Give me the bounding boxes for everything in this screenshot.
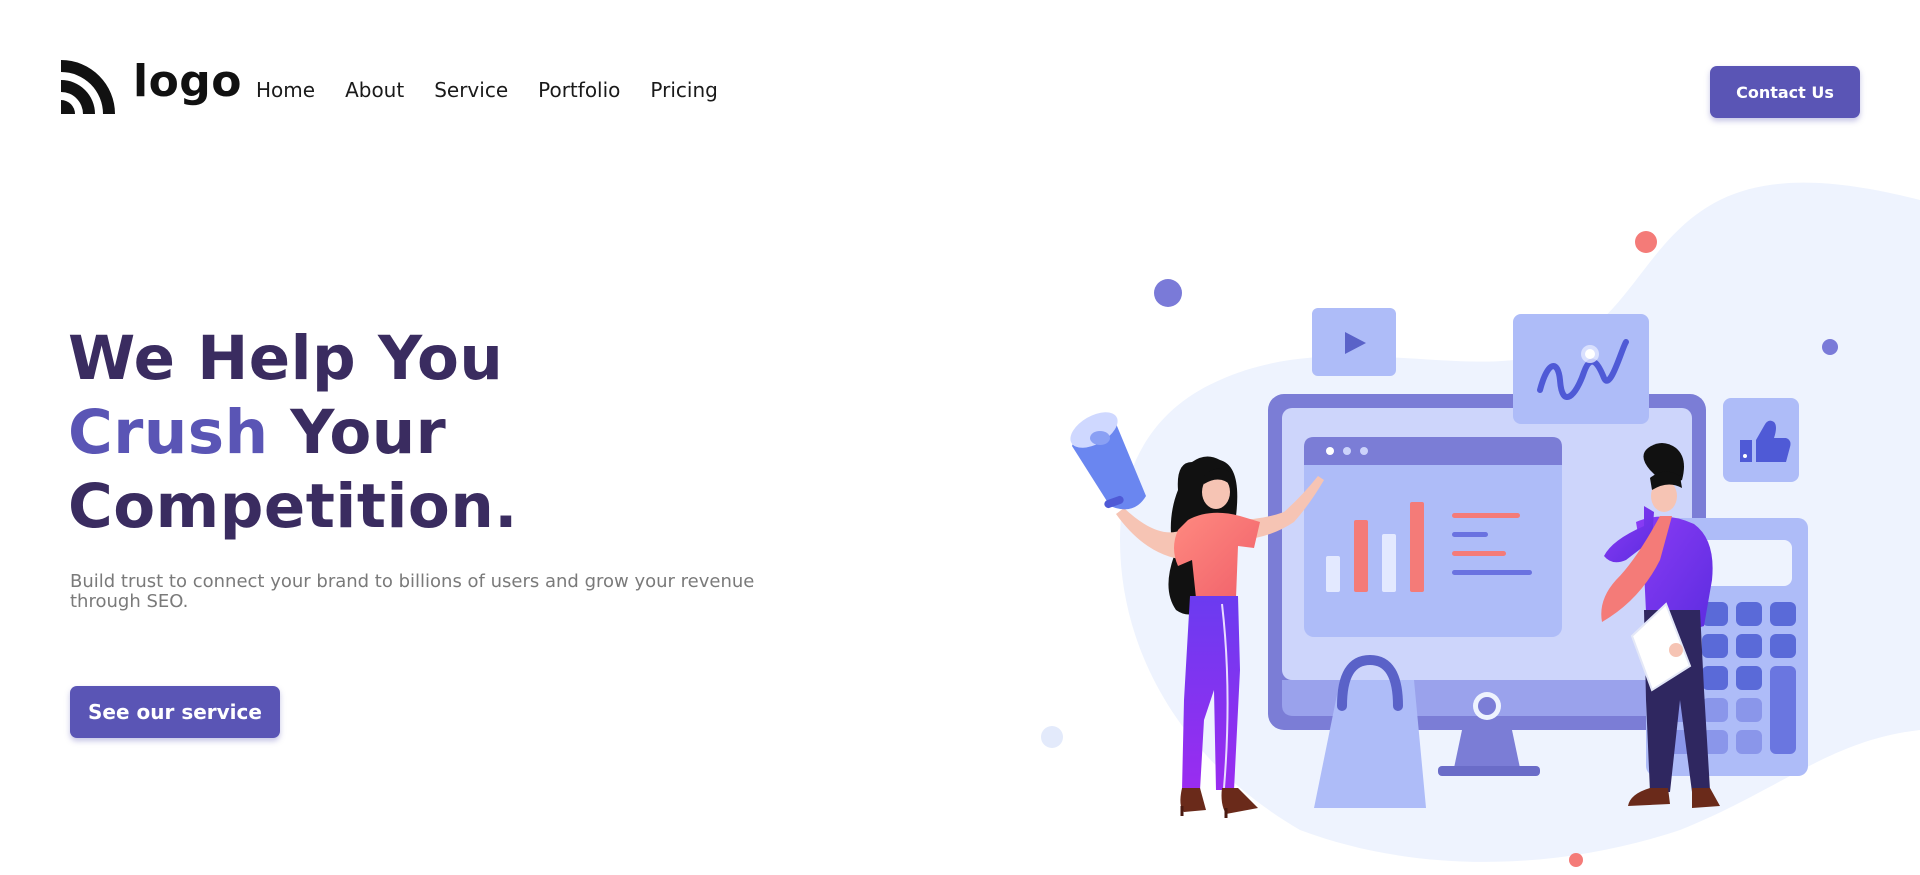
nav-item-service[interactable]: Service <box>434 78 508 102</box>
logo-arcs-icon <box>61 60 115 114</box>
nav-item-pricing[interactable]: Pricing <box>650 78 717 102</box>
decor-dot <box>1635 231 1657 253</box>
decor-dot <box>1041 726 1063 748</box>
decor-dot <box>1822 339 1838 355</box>
hero-title: We Help You Crush Your Competition. <box>68 322 518 544</box>
see-our-service-button[interactable]: See our service <box>70 686 280 738</box>
analytics-card <box>1513 314 1649 424</box>
nav-item-home[interactable]: Home <box>256 78 315 102</box>
hero-title-accent: Crush <box>68 397 269 468</box>
main-nav: Home About Service Portfolio Pricing <box>256 78 718 102</box>
hero-subtitle: Build trust to connect your brand to bil… <box>70 571 755 612</box>
nav-item-about[interactable]: About <box>345 78 404 102</box>
hero-title-line1: We Help You <box>68 323 504 394</box>
hero-title-line2: Your <box>268 397 447 468</box>
decor-dot <box>1569 853 1583 867</box>
logo[interactable]: logo <box>59 58 242 116</box>
thumbs-up-card <box>1723 398 1799 482</box>
decor-dot <box>1154 279 1182 307</box>
contact-us-button[interactable]: Contact Us <box>1710 66 1860 118</box>
nav-item-portfolio[interactable]: Portfolio <box>538 78 620 102</box>
video-card <box>1312 308 1396 376</box>
hero-title-line3: Competition. <box>68 471 518 542</box>
logo-text: logo <box>133 56 243 107</box>
